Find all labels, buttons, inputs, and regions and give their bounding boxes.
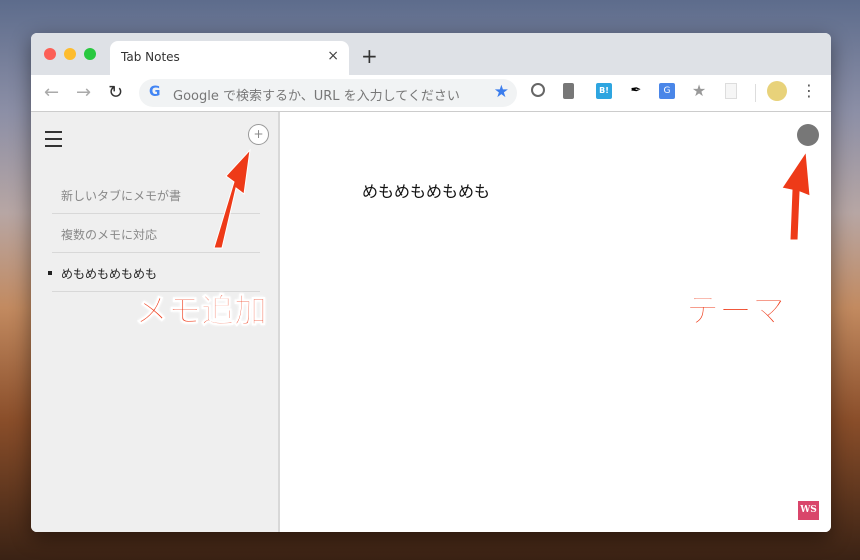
- annotation-arrows: [213, 148, 811, 249]
- arrow-to-add-icon: [213, 148, 251, 249]
- annotation-theme: テーマ: [686, 291, 786, 331]
- annotation-add-memo: メモ追加: [135, 291, 268, 331]
- arrow-to-theme-icon: [781, 150, 811, 241]
